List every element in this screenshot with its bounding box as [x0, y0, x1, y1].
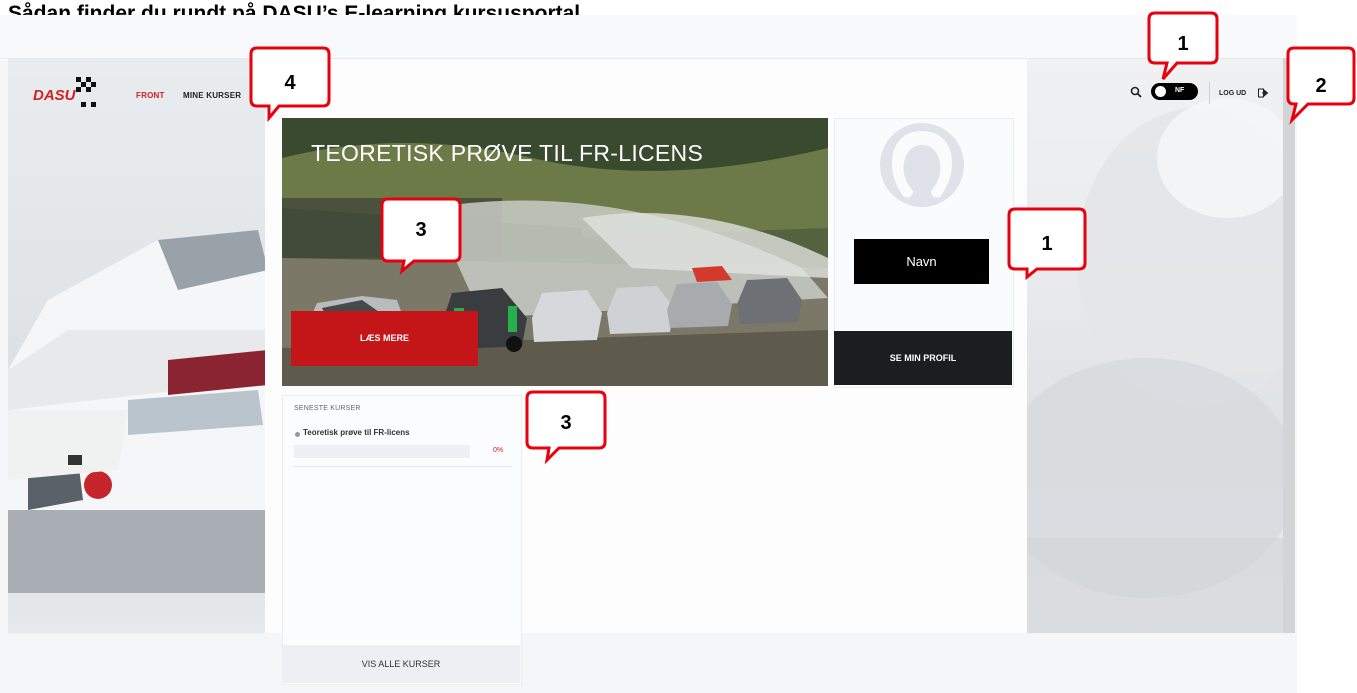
course-link[interactable]: Teoretisk prøve til FR-licens [303, 428, 410, 437]
callout-1-name: 1 [1007, 207, 1087, 281]
callout-3-hero: 3 [380, 197, 462, 275]
svg-text:DASU: DASU [33, 87, 77, 104]
courses-divider [294, 466, 512, 467]
search-icon[interactable] [1130, 86, 1142, 98]
nav-divider [1209, 82, 1210, 104]
dust-cloud-image [1027, 98, 1283, 633]
logout-link[interactable]: LOG UD [1219, 90, 1246, 97]
show-all-courses-button[interactable]: VIS ALLE KURSER [282, 645, 520, 683]
callout-1-top: 1 [1147, 11, 1219, 81]
scrollbar[interactable] [1283, 58, 1295, 633]
callout-4: 4 [249, 46, 331, 123]
avatar-icon [880, 123, 964, 207]
user-name-field: Navn [854, 239, 989, 284]
top-navigation [0, 15, 1297, 59]
logout-icon[interactable] [1258, 88, 1269, 98]
read-more-button[interactable]: LÆS MERE [291, 311, 478, 366]
see-profile-button[interactable]: SE MIN PROFIL [834, 331, 1012, 385]
callout-number: 2 [1315, 75, 1327, 97]
callout-number: 3 [560, 412, 572, 434]
latest-courses-panel [282, 395, 522, 685]
rally-car-image [8, 230, 268, 593]
course-bullet [295, 432, 300, 437]
callout-number: 1 [1177, 33, 1189, 55]
course-progress-percent: 0% [493, 447, 504, 454]
nf-toggle[interactable]: NF [1151, 83, 1198, 100]
hero-title: TEORETISK PRØVE TIL FR-LICENS [311, 140, 704, 166]
callout-number: 4 [284, 72, 296, 94]
course-progress-bar [294, 445, 470, 458]
nav-front[interactable]: FRONT [136, 91, 165, 100]
callout-number: 3 [415, 219, 427, 241]
callout-number: 1 [1041, 233, 1053, 255]
callout-2: 2 [1286, 46, 1356, 125]
dasu-logo[interactable]: DASU [32, 75, 108, 111]
toggle-knob [1155, 86, 1166, 97]
nav-mine-kurser[interactable]: MINE KURSER [183, 91, 241, 100]
toggle-label: NF [1175, 87, 1185, 94]
latest-courses-heading: SENESTE KURSER [294, 405, 361, 412]
callout-3-courses: 3 [525, 390, 607, 465]
